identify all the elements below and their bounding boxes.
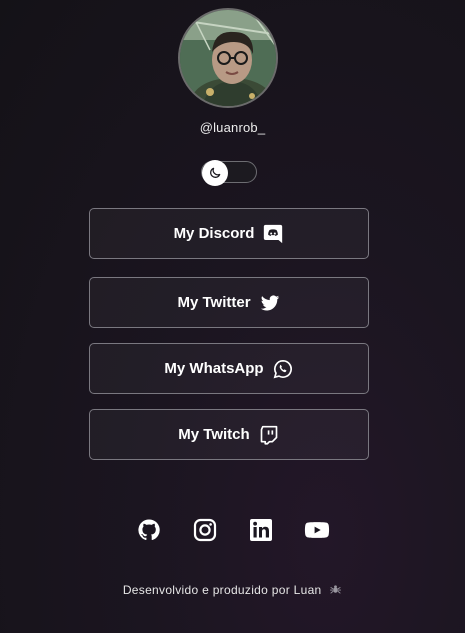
twitch-button[interactable]: My Twitch bbox=[89, 409, 369, 460]
twitch-button-label: My Twitch bbox=[178, 426, 250, 443]
linkedin-icon bbox=[249, 519, 272, 541]
youtube-link[interactable] bbox=[304, 517, 330, 543]
social-links bbox=[0, 517, 465, 543]
username: @luanrob_ bbox=[199, 120, 266, 135]
whatsapp-icon bbox=[272, 358, 294, 380]
twitter-button[interactable]: My Twitter bbox=[89, 277, 369, 328]
moon-icon bbox=[210, 167, 221, 178]
spider-icon bbox=[329, 583, 342, 599]
discord-icon bbox=[262, 223, 284, 245]
github-icon bbox=[137, 519, 160, 541]
toggle-knob[interactable] bbox=[202, 160, 228, 186]
profile-photo bbox=[180, 10, 276, 106]
footer: Desenvolvido e produzido por Luan bbox=[0, 583, 465, 599]
github-link[interactable] bbox=[136, 517, 162, 543]
whatsapp-button-label: My WhatsApp bbox=[164, 360, 264, 377]
youtube-icon bbox=[304, 522, 329, 538]
footer-text: Desenvolvido e produzido por Luan bbox=[122, 583, 322, 597]
theme-toggle[interactable] bbox=[201, 160, 257, 186]
whatsapp-button[interactable]: My WhatsApp bbox=[89, 343, 369, 394]
twitch-icon bbox=[258, 424, 280, 446]
discord-button-label: My Discord bbox=[173, 225, 255, 242]
instagram-link[interactable] bbox=[192, 517, 218, 543]
discord-button[interactable]: My Discord bbox=[89, 208, 369, 259]
linkedin-link[interactable] bbox=[248, 517, 274, 543]
twitter-icon bbox=[259, 292, 281, 314]
twitter-button-label: My Twitter bbox=[177, 294, 251, 311]
instagram-icon bbox=[193, 518, 216, 542]
avatar bbox=[178, 8, 278, 108]
